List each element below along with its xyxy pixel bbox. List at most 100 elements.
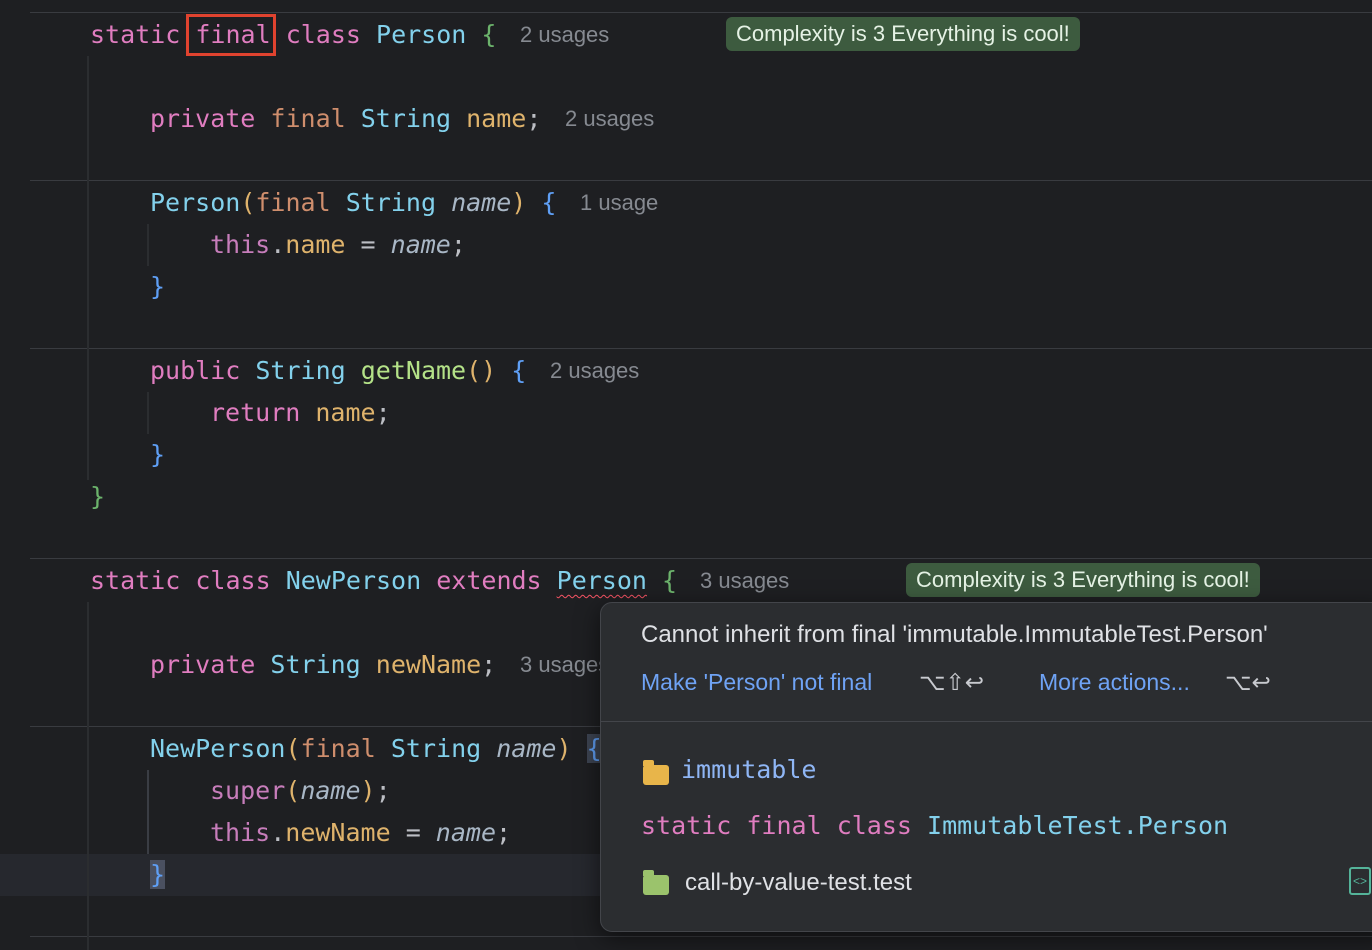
- code-line-newperson-class[interactable]: static class NewPerson extends Person {: [90, 560, 677, 602]
- method-separator: [30, 558, 1372, 559]
- complexity-badge: Complexity is 3 Everything is cool!: [726, 17, 1080, 51]
- paren: ): [360, 776, 376, 805]
- paren: ): [556, 734, 572, 763]
- more-actions-link[interactable]: More actions...: [1039, 669, 1190, 696]
- brace: {: [511, 356, 527, 385]
- code-line-np-assign[interactable]: this.newName = name;: [210, 812, 511, 854]
- method-separator: [30, 348, 1372, 349]
- error-message: Cannot inherit from final 'immutable.Imm…: [641, 621, 1268, 648]
- code-line-person-class[interactable]: static final class Person {: [90, 14, 496, 56]
- keyword-return: return: [210, 398, 301, 427]
- more-actions-shortcut: ⌥↩: [1225, 669, 1271, 695]
- indent-guide: [147, 224, 149, 266]
- closing-brace: }: [90, 482, 106, 511]
- usages-hint[interactable]: 3 usages: [700, 560, 789, 602]
- code-line-np-constructor[interactable]: NewPerson(final String name) {: [150, 728, 602, 770]
- type-name: String: [360, 104, 452, 133]
- paren: (): [466, 356, 497, 385]
- code-line-super-call[interactable]: super(name);: [210, 770, 391, 812]
- error-popup[interactable]: Cannot inherit from final 'immutable.Imm…: [600, 602, 1372, 932]
- indent-guide: [87, 602, 89, 950]
- class-name: NewPerson: [285, 566, 422, 595]
- semicolon: ;: [375, 398, 391, 427]
- keyword-class: class: [285, 20, 361, 49]
- dot: .: [270, 818, 286, 847]
- keyword-final: final: [270, 104, 346, 133]
- type-name: String: [255, 356, 346, 385]
- make-not-final-shortcut: ⌥⇧↩: [919, 669, 985, 695]
- editor-gutter: [0, 0, 26, 950]
- method-separator: [30, 12, 1372, 13]
- field-name: name: [285, 230, 346, 259]
- indent-guide: [147, 392, 149, 434]
- usages-hint[interactable]: 2 usages: [565, 98, 654, 140]
- dot: .: [270, 230, 286, 259]
- error-parent-class[interactable]: Person: [557, 566, 647, 595]
- indent-guide: [147, 770, 149, 854]
- type-name: String: [270, 650, 361, 679]
- brace: {: [541, 188, 557, 217]
- keyword-final: final: [300, 734, 376, 763]
- method-separator: [30, 180, 1372, 181]
- keyword-public: public: [150, 356, 241, 385]
- module-name[interactable]: call-by-value-test.test: [685, 869, 912, 897]
- keyword-extends: extends: [436, 566, 542, 595]
- declaration[interactable]: static final class ImmutableTest.Person: [641, 811, 1228, 840]
- assign-op: =: [345, 230, 391, 259]
- field-name: name: [315, 398, 376, 427]
- keyword-final: final: [255, 188, 331, 217]
- brace: {: [481, 20, 497, 49]
- keyword-private: private: [150, 104, 256, 133]
- matched-brace: }: [150, 860, 166, 889]
- keyword-class: class: [836, 811, 912, 840]
- code-line-return[interactable]: return name;: [210, 392, 391, 434]
- make-not-final-action[interactable]: Make 'Person' not final: [641, 669, 872, 696]
- closing-brace: }: [150, 272, 166, 301]
- semicolon: ;: [450, 230, 466, 259]
- package-name[interactable]: immutable: [681, 755, 816, 784]
- complexity-badge: Complexity is 3 Everything is cool!: [906, 563, 1260, 597]
- method-name: getName: [360, 356, 467, 385]
- final-keyword-highlight-box: [186, 14, 276, 56]
- constructor-name: NewPerson: [150, 734, 286, 763]
- source-file-icon[interactable]: <>: [1349, 867, 1371, 895]
- paren: (: [285, 776, 301, 805]
- module-folder-icon: [643, 870, 669, 895]
- usages-hint[interactable]: 2 usages: [520, 14, 609, 56]
- closing-brace: }: [150, 440, 166, 469]
- field-name: newName: [285, 818, 391, 847]
- param-name: name: [435, 818, 497, 847]
- paren: (: [285, 734, 301, 763]
- param-name: name: [451, 188, 512, 217]
- param-name: name: [390, 230, 451, 259]
- semicolon: ;: [496, 818, 512, 847]
- package-folder-icon: [643, 760, 669, 785]
- keyword-private: private: [150, 650, 256, 679]
- code-line-ctor-body[interactable]: this.name = name;: [210, 224, 466, 266]
- popup-divider: [601, 721, 1372, 722]
- keyword-class: class: [195, 566, 271, 595]
- indent-guide: [87, 56, 89, 480]
- keyword-this: this: [210, 230, 271, 259]
- paren: ): [511, 188, 527, 217]
- keyword-static: static: [641, 811, 732, 840]
- assign-op: =: [390, 818, 436, 847]
- constructor-name: Person: [150, 188, 241, 217]
- class-name: Person: [376, 20, 467, 49]
- keyword-super: super: [210, 776, 286, 805]
- code-line-constructor[interactable]: Person(final String name) {: [150, 182, 556, 224]
- code-line-newname-field[interactable]: private String newName;: [150, 644, 496, 686]
- code-line-getter[interactable]: public String getName() {: [150, 350, 526, 392]
- code-line-name-field[interactable]: private final String name;: [150, 98, 541, 140]
- keyword-final: final: [746, 811, 822, 840]
- keyword-this: this: [210, 818, 271, 847]
- paren: (: [240, 188, 256, 217]
- usages-hint[interactable]: 3 usages: [520, 644, 609, 686]
- method-separator: [30, 936, 1372, 937]
- usages-hint[interactable]: 2 usages: [550, 350, 639, 392]
- usages-hint[interactable]: 1 usage: [580, 182, 658, 224]
- declaration-class-name: ImmutableTest.Person: [927, 811, 1229, 840]
- closing-brace-caret[interactable]: }: [150, 854, 166, 896]
- param-name: name: [300, 776, 361, 805]
- keyword-static: static: [90, 20, 181, 49]
